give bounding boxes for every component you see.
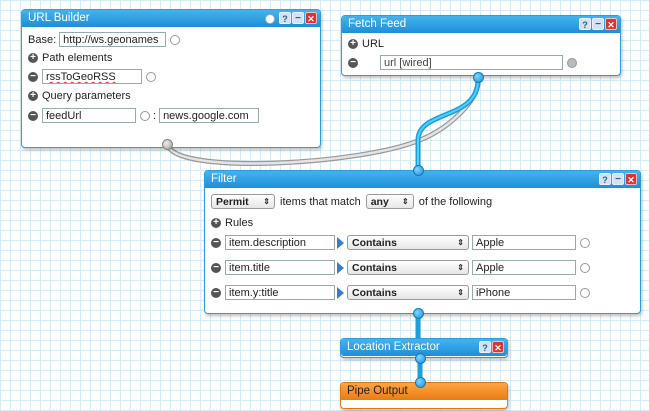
rule-operator-value: Contains <box>352 261 397 274</box>
help-icon[interactable]: ? <box>479 341 491 353</box>
fetch-feed-module[interactable]: Fetch Feed ? − ✕ + URL − url [wired] <box>341 15 621 76</box>
add-icon[interactable]: + <box>211 218 221 228</box>
close-icon[interactable]: ✕ <box>605 18 617 30</box>
fetch-feed-title: Fetch Feed <box>348 18 407 30</box>
fetch-feed-titlebar[interactable]: Fetch Feed ? − ✕ <box>342 16 620 33</box>
filter-title: Filter <box>211 173 237 185</box>
url-builder-output-port[interactable] <box>162 139 173 150</box>
base-label: Base: <box>28 33 57 46</box>
add-icon[interactable]: + <box>28 91 38 101</box>
match-select-value: any <box>370 195 389 208</box>
help-icon[interactable]: ? <box>599 173 611 185</box>
settings-dot-icon[interactable] <box>265 14 275 24</box>
rule-value-input[interactable]: iPhone <box>472 285 576 300</box>
url-terminal[interactable] <box>567 57 577 68</box>
rule-row: − item.description Contains ⇕ Apple <box>211 235 590 250</box>
query-params-row: + Query parameters <box>28 90 131 102</box>
url-builder-title: URL Builder <box>28 12 90 24</box>
path-element-value: rssToGeoRSS <box>46 71 116 83</box>
location-extractor-title: Location Extractor <box>347 341 440 353</box>
url-section-row: + URL <box>348 38 384 50</box>
filter-module[interactable]: Filter ? − ✕ Permit ⇕ items that match a… <box>204 170 641 314</box>
pipe-output-input-port[interactable] <box>415 377 426 388</box>
path-element-field[interactable]: rssToGeoRSS <box>42 69 142 84</box>
minimize-icon[interactable]: − <box>612 173 624 185</box>
rule-row: − item.y:title Contains ⇕ iPhone <box>211 285 590 300</box>
remove-icon[interactable]: − <box>28 71 38 82</box>
location-extractor-output-port[interactable] <box>415 353 426 364</box>
select-arrows-icon: ⇕ <box>263 196 270 206</box>
select-arrows-icon: ⇕ <box>457 287 464 297</box>
remove-icon[interactable]: − <box>348 57 358 68</box>
pipe-editor-canvas[interactable]: URL Builder ? − ✕ Base: http://ws.geonam… <box>0 0 649 411</box>
remove-icon[interactable]: − <box>28 110 38 121</box>
filter-mode-row: Permit ⇕ items that match any ⇕ of the f… <box>211 194 492 209</box>
remove-icon[interactable]: − <box>211 262 221 273</box>
close-icon[interactable]: ✕ <box>625 173 637 185</box>
select-arrows-icon: ⇕ <box>457 237 464 247</box>
rule-operator-select[interactable]: Contains ⇕ <box>347 235 469 250</box>
permit-select[interactable]: Permit ⇕ <box>211 194 275 209</box>
rule-value-input[interactable]: Apple <box>472 235 576 250</box>
permit-select-value: Permit <box>216 195 249 208</box>
query-value-field[interactable]: news.google.com <box>159 108 260 123</box>
rule-operator-select[interactable]: Contains ⇕ <box>347 260 469 275</box>
rules-label: Rules <box>225 217 254 229</box>
rule-value-terminal[interactable] <box>580 287 590 298</box>
rule-value-terminal[interactable] <box>580 237 590 248</box>
base-terminal[interactable] <box>170 34 181 45</box>
query-separator: : <box>153 109 157 122</box>
minimize-icon[interactable]: − <box>292 12 304 24</box>
rule-field-input[interactable]: item.y:title <box>225 285 335 300</box>
help-icon[interactable]: ? <box>579 18 591 30</box>
url-value-row: − url [wired] <box>348 55 577 70</box>
field-picker-icon[interactable] <box>337 236 344 249</box>
remove-icon[interactable]: − <box>211 237 221 248</box>
rule-value-terminal[interactable] <box>580 262 590 273</box>
rule-operator-value: Contains <box>352 286 397 299</box>
path-elements-label: Path elements <box>42 52 113 64</box>
url-section-label: URL <box>362 38 385 50</box>
following-text: of the following <box>418 195 493 208</box>
close-icon[interactable]: ✕ <box>492 341 504 353</box>
select-arrows-icon: ⇕ <box>457 262 464 272</box>
items-match-text: items that match <box>280 195 361 208</box>
url-wired-field[interactable]: url [wired] <box>380 55 563 70</box>
path-elements-row: + Path elements <box>28 52 112 64</box>
pipe-output-title: Pipe Output <box>347 385 408 397</box>
query-key-field[interactable]: feedUrl <box>42 108 136 123</box>
help-icon[interactable]: ? <box>279 12 291 24</box>
select-arrows-icon: ⇕ <box>402 196 409 206</box>
rule-operator-select[interactable]: Contains ⇕ <box>347 285 469 300</box>
add-icon[interactable]: + <box>348 39 358 49</box>
close-icon[interactable]: ✕ <box>305 12 317 24</box>
query-key-terminal[interactable] <box>140 110 150 121</box>
query-value-row: − feedUrl : news.google.com <box>28 108 260 123</box>
remove-icon[interactable]: − <box>211 287 221 298</box>
filter-output-port[interactable] <box>413 308 424 319</box>
field-picker-icon[interactable] <box>337 261 344 274</box>
path-terminal[interactable] <box>146 71 156 82</box>
url-builder-titlebar[interactable]: URL Builder ? − ✕ <box>22 10 320 27</box>
path-value-row: − rssToGeoRSS <box>28 69 156 84</box>
rule-field-input[interactable]: item.description <box>225 235 335 250</box>
base-row: Base: http://ws.geonames <box>28 32 181 47</box>
fetch-feed-output-port[interactable] <box>473 72 484 83</box>
match-select[interactable]: any ⇕ <box>365 194 414 209</box>
filter-input-port[interactable] <box>413 165 424 176</box>
add-icon[interactable]: + <box>28 53 38 63</box>
rule-field-input[interactable]: item.title <box>225 260 335 275</box>
rule-value-input[interactable]: Apple <box>472 260 576 275</box>
query-params-label: Query parameters <box>42 90 131 102</box>
url-builder-module[interactable]: URL Builder ? − ✕ Base: http://ws.geonam… <box>21 9 321 148</box>
minimize-icon[interactable]: − <box>592 18 604 30</box>
base-url-field[interactable]: http://ws.geonames <box>59 32 167 47</box>
rule-row: − item.title Contains ⇕ Apple <box>211 260 590 275</box>
rule-operator-value: Contains <box>352 236 397 249</box>
field-picker-icon[interactable] <box>337 286 344 299</box>
rules-header-row: + Rules <box>211 217 253 229</box>
